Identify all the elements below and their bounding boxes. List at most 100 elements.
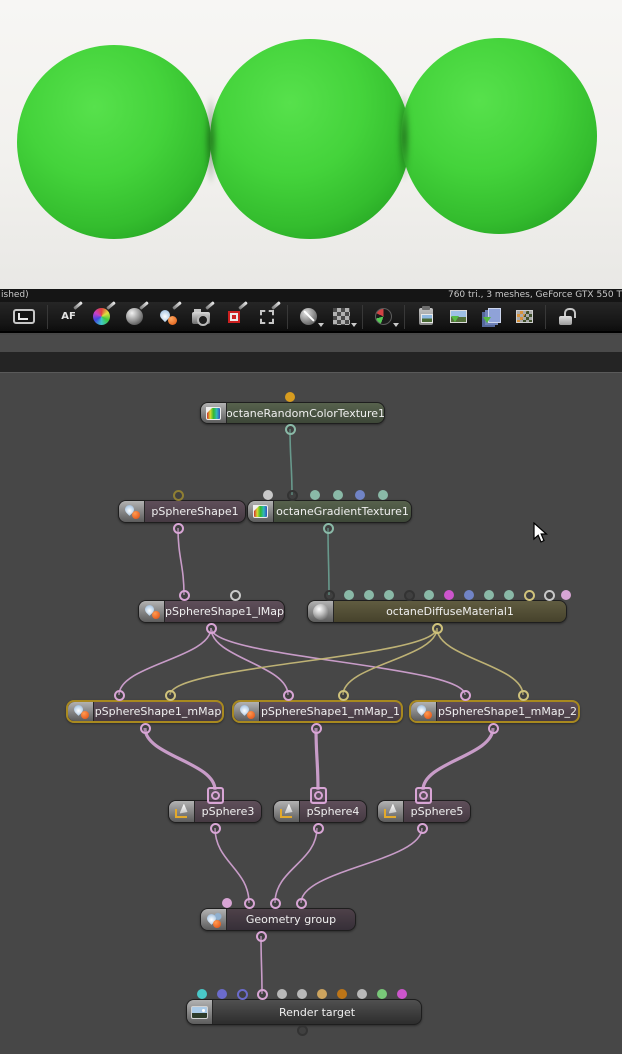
port[interactable] — [196, 988, 207, 999]
port[interactable] — [178, 589, 190, 601]
instance-port[interactable] — [414, 786, 432, 804]
port[interactable] — [543, 589, 555, 601]
port[interactable] — [296, 1024, 308, 1036]
port[interactable] — [463, 589, 474, 600]
port[interactable] — [310, 722, 322, 734]
port[interactable] — [269, 897, 281, 909]
port[interactable] — [523, 589, 535, 601]
port[interactable] — [172, 522, 184, 534]
port[interactable] — [229, 589, 241, 601]
port[interactable] — [262, 489, 273, 500]
port[interactable] — [322, 522, 334, 534]
toggle-alpha-icon[interactable] — [512, 303, 537, 330]
node-label: pSphereShape1 — [151, 505, 239, 518]
port[interactable] — [323, 589, 335, 601]
port[interactable] — [243, 897, 255, 909]
paste-image-icon[interactable] — [413, 303, 438, 330]
node-label: pSphereShape1_mMap_1 — [260, 705, 401, 718]
instance-port[interactable] — [206, 786, 224, 804]
shape-icon — [72, 704, 90, 720]
autofocus-picker-icon[interactable]: AF — [56, 303, 81, 330]
lock-viewport-icon[interactable] — [554, 303, 579, 330]
render-viewport[interactable] — [0, 0, 622, 289]
port[interactable] — [363, 589, 374, 600]
port[interactable] — [503, 589, 514, 600]
sphere-icon — [312, 603, 329, 620]
port[interactable] — [312, 822, 324, 834]
port[interactable] — [354, 489, 365, 500]
node-psphere-shape1-mmap-1[interactable]: pSphereShape1_mMap_1 — [232, 700, 403, 723]
render-region-picker-icon[interactable] — [254, 303, 279, 330]
port[interactable] — [139, 722, 151, 734]
port[interactable] — [276, 988, 287, 999]
port[interactable] — [332, 489, 343, 500]
port[interactable] — [284, 391, 295, 402]
node-octane-random-color-texture1[interactable]: octaneRandomColorTexture1 — [200, 402, 385, 424]
render-priority-gauge-icon[interactable] — [371, 303, 399, 330]
port[interactable] — [396, 988, 407, 999]
port[interactable] — [377, 489, 388, 500]
wire — [260, 935, 263, 995]
port[interactable] — [256, 988, 268, 1000]
port[interactable] — [255, 930, 267, 942]
node-octane-gradient-texture1[interactable]: octaneGradientTexture1 — [247, 500, 412, 523]
material-picker-icon[interactable] — [122, 303, 147, 330]
port[interactable] — [356, 988, 367, 999]
display-viewport-glyph — [13, 309, 35, 324]
background-checker-icon[interactable] — [329, 303, 357, 330]
node-psphere-shape1-lmap[interactable]: pSphereShape1_lMap — [138, 600, 285, 623]
port[interactable] — [221, 897, 232, 908]
port[interactable] — [383, 589, 394, 600]
pan-zoom-icon[interactable] — [296, 303, 324, 330]
node-psphere-shape1-mmap-2[interactable]: pSphereShape1_mMap_2 — [409, 700, 580, 723]
port[interactable] — [205, 622, 217, 634]
display-viewport-icon[interactable] — [9, 303, 39, 330]
port[interactable] — [517, 689, 529, 701]
node-icon-box — [234, 702, 260, 721]
port[interactable] — [443, 589, 454, 600]
node-icon-box — [139, 601, 165, 622]
port[interactable] — [164, 689, 176, 701]
instance-port[interactable] — [309, 786, 327, 804]
focus-picker-icon[interactable] — [155, 303, 180, 330]
port[interactable] — [343, 589, 354, 600]
port[interactable] — [295, 897, 307, 909]
render-toolbar: AF — [0, 302, 622, 333]
port[interactable] — [209, 822, 221, 834]
port[interactable] — [113, 689, 125, 701]
object-picker-icon[interactable] — [221, 303, 246, 330]
port[interactable] — [336, 988, 347, 999]
node-geometry-group[interactable]: Geometry group — [200, 908, 356, 931]
port[interactable] — [483, 589, 494, 600]
camera-picker-icon[interactable] — [188, 303, 213, 330]
port[interactable] — [459, 689, 471, 701]
save-image-icon[interactable] — [446, 303, 471, 330]
save-all-images-icon[interactable] — [479, 303, 504, 330]
port[interactable] — [236, 988, 248, 1000]
shape-icon — [143, 604, 161, 620]
port[interactable] — [284, 423, 296, 435]
node-label: octaneGradientTexture1 — [276, 505, 409, 518]
port[interactable] — [560, 589, 571, 600]
white-balance-picker-icon[interactable] — [89, 303, 114, 330]
group-icon — [204, 911, 223, 928]
port[interactable] — [216, 988, 227, 999]
port[interactable] — [282, 689, 294, 701]
node-psphere-shape1-mmap[interactable]: pSphereShape1_mMap — [66, 700, 224, 723]
port[interactable] — [416, 822, 428, 834]
port[interactable] — [296, 988, 307, 999]
port[interactable] — [172, 489, 184, 501]
port[interactable] — [309, 489, 320, 500]
node-octane-diffuse-material1[interactable]: octaneDiffuseMaterial1 — [307, 600, 567, 623]
port[interactable] — [337, 689, 349, 701]
port[interactable] — [403, 589, 415, 601]
port[interactable] — [376, 988, 387, 999]
port[interactable] — [423, 589, 434, 600]
node-editor-canvas[interactable]: octaneRandomColorTexture1 pSphereShape1 oc… — [0, 374, 622, 1054]
node-render-target[interactable]: Render target — [186, 999, 422, 1025]
port[interactable] — [487, 722, 499, 734]
port[interactable] — [286, 489, 298, 501]
node-psphere-shape1[interactable]: pSphereShape1 — [118, 500, 246, 523]
port[interactable] — [431, 622, 443, 634]
port[interactable] — [316, 988, 327, 999]
